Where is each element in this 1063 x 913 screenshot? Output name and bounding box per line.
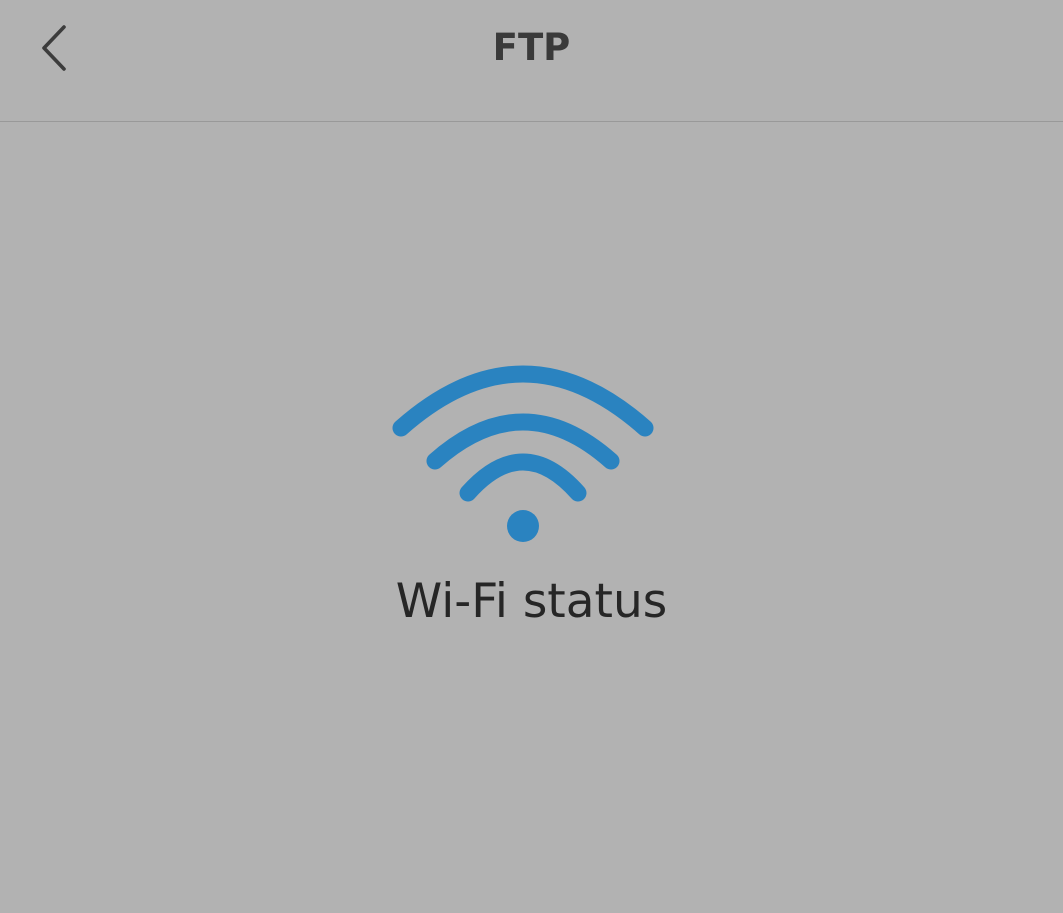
page-title: FTP (492, 26, 571, 69)
wifi-icon (392, 365, 654, 542)
wifi-status-label: Wi-Fi status (395, 574, 668, 629)
wifi-dot (507, 510, 539, 542)
wifi-arc-inner (459, 453, 587, 502)
app-header: FTP (0, 0, 1063, 122)
